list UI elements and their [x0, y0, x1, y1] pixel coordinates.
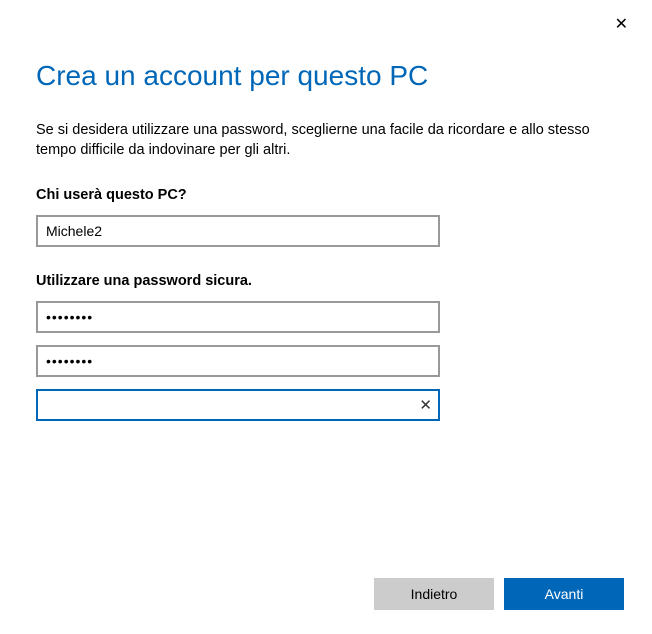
password-hint-input[interactable] — [36, 389, 440, 421]
hint-input-wrapper: ✕ — [36, 389, 440, 421]
footer-buttons: Indietro Avanti — [374, 578, 624, 610]
next-button[interactable]: Avanti — [504, 578, 624, 610]
description-text: Se si desidera utilizzare una password, … — [36, 120, 616, 161]
close-icon[interactable]: ✕ — [607, 10, 636, 38]
confirm-password-input[interactable] — [36, 345, 440, 377]
password-input[interactable] — [36, 301, 440, 333]
password-section-label: Utilizzare una password sicura. — [36, 273, 616, 289]
user-section-label: Chi userà questo PC? — [36, 187, 616, 203]
dialog-container: Crea un account per questo PC Se si desi… — [0, 0, 652, 421]
clear-icon[interactable]: ✕ — [419, 396, 432, 414]
page-title: Crea un account per questo PC — [36, 60, 616, 92]
back-button[interactable]: Indietro — [374, 578, 494, 610]
username-input[interactable] — [36, 215, 440, 247]
